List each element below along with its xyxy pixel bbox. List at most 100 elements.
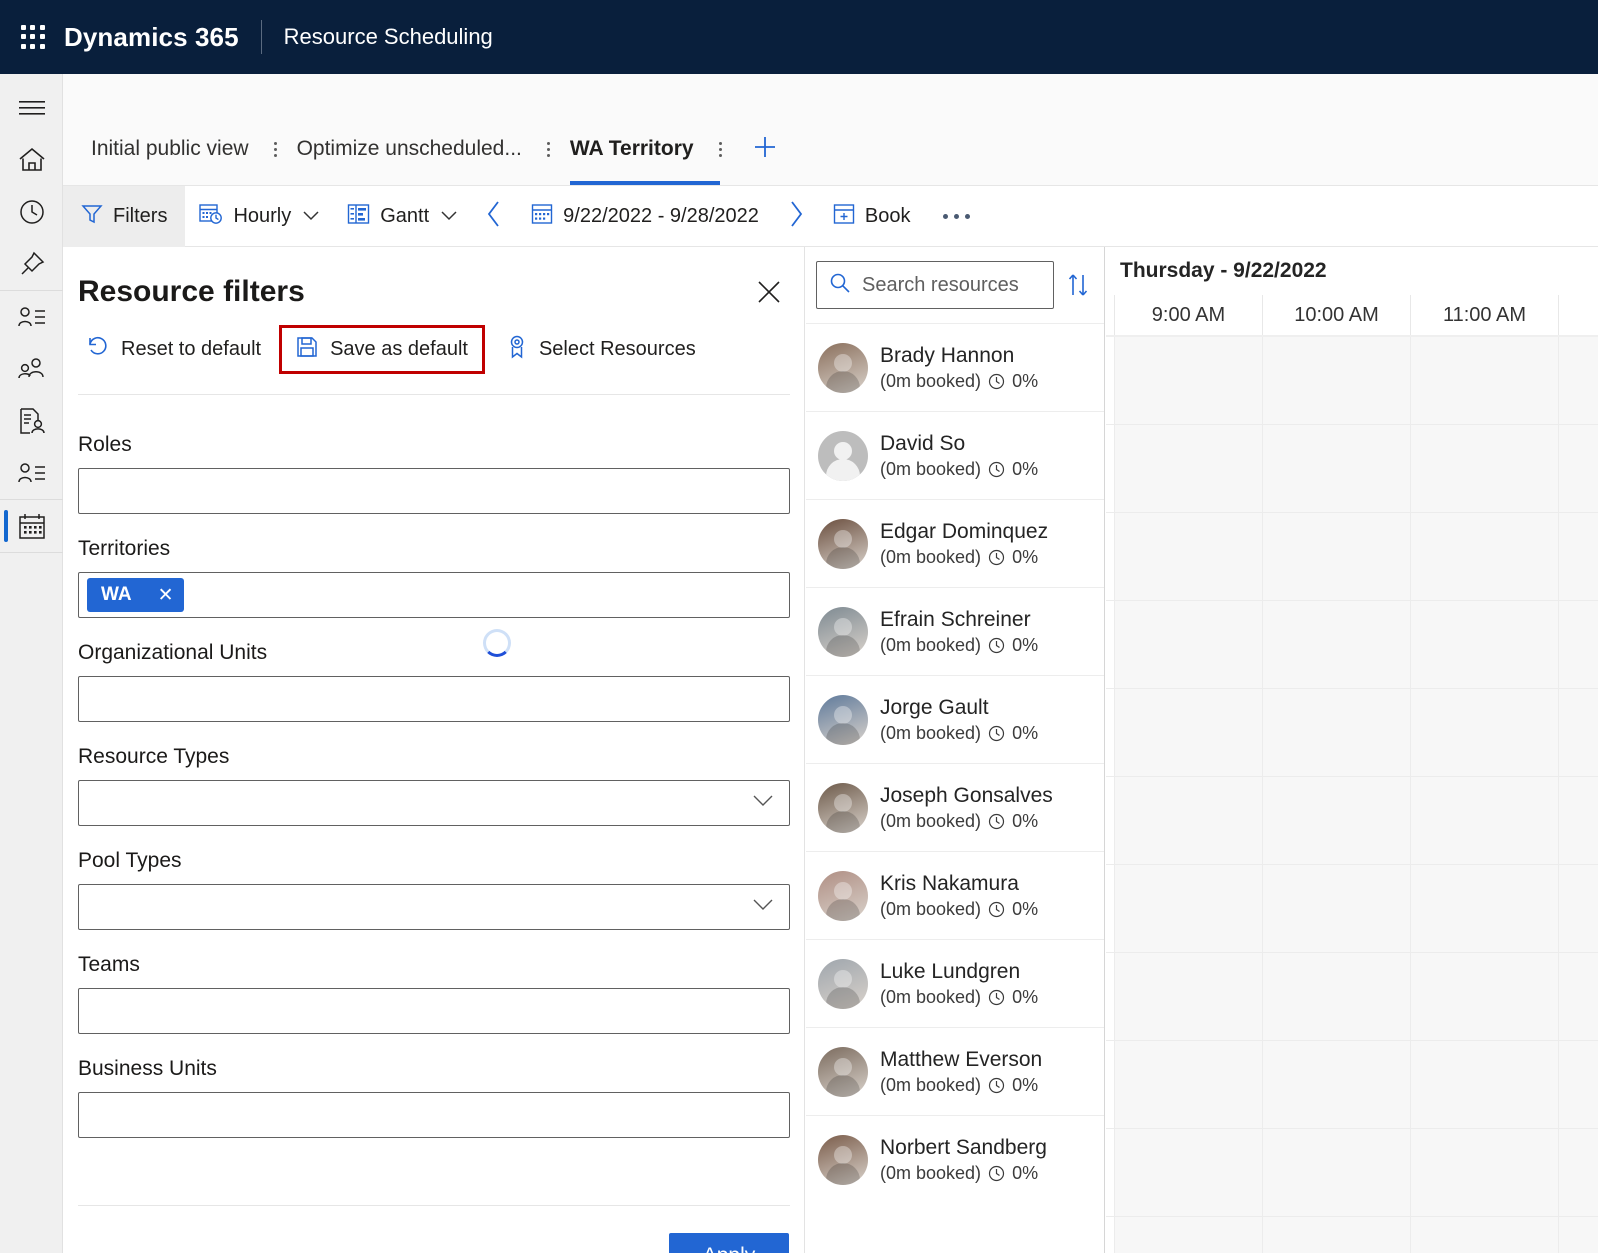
more-commands-button[interactable] xyxy=(925,186,988,247)
schedule-cell[interactable] xyxy=(1558,865,1598,952)
gantt-view-button[interactable]: Gantt xyxy=(333,186,471,247)
schedule-cell[interactable] xyxy=(1262,513,1410,600)
roles-input[interactable] xyxy=(78,468,790,514)
business-units-input[interactable] xyxy=(78,1092,790,1138)
next-period-button[interactable] xyxy=(773,186,819,247)
tab-overflow-icon[interactable] xyxy=(538,142,560,157)
grid-waffle-icon[interactable] xyxy=(18,22,48,52)
sidebar-item-accounts[interactable] xyxy=(0,291,63,343)
schedule-cell[interactable] xyxy=(1558,777,1598,864)
sidebar-item-home[interactable] xyxy=(0,134,63,186)
resource-row[interactable]: Edgar Dominquez(0m booked)0% xyxy=(806,499,1104,587)
schedule-cell[interactable] xyxy=(1558,513,1598,600)
apply-button[interactable]: Apply xyxy=(669,1233,789,1253)
search-resources-input[interactable]: Search resources xyxy=(816,261,1054,309)
date-range-button[interactable]: 9/22/2022 - 9/28/2022 xyxy=(517,186,773,247)
tab-optimize-unscheduled[interactable]: Optimize unscheduled... xyxy=(297,113,570,185)
schedule-cell[interactable] xyxy=(1410,601,1558,688)
resource-row[interactable]: Matthew Everson(0m booked)0% xyxy=(806,1027,1104,1115)
schedule-cell[interactable] xyxy=(1114,689,1262,776)
schedule-cell[interactable] xyxy=(1558,425,1598,512)
clock-icon xyxy=(988,813,1005,830)
schedule-cell[interactable] xyxy=(1114,1041,1262,1128)
schedule-cell[interactable] xyxy=(1262,689,1410,776)
tab-overflow-icon[interactable] xyxy=(710,142,732,157)
schedule-cell[interactable] xyxy=(1114,1129,1262,1216)
sidebar-item-pinned[interactable] xyxy=(0,238,63,290)
schedule-cell[interactable] xyxy=(1558,1129,1598,1216)
schedule-cell[interactable] xyxy=(1558,953,1598,1040)
resource-row[interactable]: Kris Nakamura(0m booked)0% xyxy=(806,851,1104,939)
field-label: Organizational Units xyxy=(78,641,790,665)
save-as-default-button[interactable]: Save as default xyxy=(279,325,485,374)
book-button[interactable]: Book xyxy=(819,186,925,247)
schedule-cell[interactable] xyxy=(1262,601,1410,688)
sidebar-item-resources[interactable] xyxy=(0,447,63,499)
schedule-cell[interactable] xyxy=(1114,425,1262,512)
resource-row[interactable]: Brady Hannon(0m booked)0% xyxy=(806,323,1104,411)
territory-tag-wa[interactable]: WA ✕ xyxy=(87,578,184,612)
schedule-cell[interactable] xyxy=(1410,953,1558,1040)
schedule-cell[interactable] xyxy=(1410,865,1558,952)
tab-wa-territory[interactable]: WA Territory xyxy=(570,113,742,185)
schedule-cell[interactable] xyxy=(1114,1217,1262,1253)
schedule-cell[interactable] xyxy=(1410,1217,1558,1253)
previous-period-button[interactable] xyxy=(471,186,517,247)
schedule-cell[interactable] xyxy=(1114,953,1262,1040)
schedule-cell[interactable] xyxy=(1410,513,1558,600)
filters-button[interactable]: Filters xyxy=(63,186,185,247)
resource-row[interactable]: Joseph Gonsalves(0m booked)0% xyxy=(806,763,1104,851)
avatar xyxy=(818,1047,868,1097)
schedule-cell[interactable] xyxy=(1262,425,1410,512)
schedule-cell[interactable] xyxy=(1114,777,1262,864)
schedule-cell[interactable] xyxy=(1114,513,1262,600)
schedule-cell[interactable] xyxy=(1410,425,1558,512)
schedule-cell[interactable] xyxy=(1262,953,1410,1040)
schedule-cell[interactable] xyxy=(1410,1041,1558,1128)
tab-initial-public-view[interactable]: Initial public view xyxy=(91,113,297,185)
resource-row[interactable]: Norbert Sandberg(0m booked)0% xyxy=(806,1115,1104,1203)
schedule-cell[interactable] xyxy=(1262,1129,1410,1216)
schedule-cell[interactable] xyxy=(1410,337,1558,424)
schedule-cell[interactable] xyxy=(1558,1217,1598,1253)
territories-input[interactable]: WA ✕ xyxy=(78,572,790,618)
select-resources-button[interactable]: Select Resources xyxy=(495,325,708,374)
sidebar-item-schedule-board[interactable] xyxy=(0,500,63,552)
schedule-cell[interactable] xyxy=(1114,337,1262,424)
sidebar-item-contacts[interactable] xyxy=(0,343,63,395)
close-panel-button[interactable] xyxy=(752,277,786,311)
schedule-cell[interactable] xyxy=(1558,689,1598,776)
hourly-view-button[interactable]: Hourly xyxy=(185,186,333,247)
close-icon[interactable]: ✕ xyxy=(158,586,174,605)
schedule-cell[interactable] xyxy=(1262,337,1410,424)
schedule-cell[interactable] xyxy=(1114,601,1262,688)
schedule-cell[interactable] xyxy=(1262,1217,1410,1253)
add-tab-button[interactable] xyxy=(742,113,788,185)
resource-meta: Efrain Schreiner(0m booked)0% xyxy=(880,608,1038,656)
schedule-cell[interactable] xyxy=(1114,865,1262,952)
reset-to-default-button[interactable]: Reset to default xyxy=(75,326,273,373)
schedule-cell[interactable] xyxy=(1262,865,1410,952)
teams-input[interactable] xyxy=(78,988,790,1034)
organizational-units-input[interactable] xyxy=(78,676,790,722)
resource-name: Luke Lundgren xyxy=(880,960,1038,984)
resource-row[interactable]: Luke Lundgren(0m booked)0% xyxy=(806,939,1104,1027)
sort-arrows-icon[interactable] xyxy=(1066,272,1090,298)
schedule-cell[interactable] xyxy=(1262,777,1410,864)
resource-row[interactable]: David So(0m booked)0% xyxy=(806,411,1104,499)
sidebar-item-work-orders[interactable] xyxy=(0,395,63,447)
pool-types-select[interactable] xyxy=(78,884,790,930)
resource-row[interactable]: Efrain Schreiner(0m booked)0% xyxy=(806,587,1104,675)
sidebar-item-menu-hamburger[interactable] xyxy=(0,82,63,134)
schedule-cell[interactable] xyxy=(1410,689,1558,776)
schedule-cell[interactable] xyxy=(1410,1129,1558,1216)
tab-overflow-icon[interactable] xyxy=(265,142,287,157)
schedule-cell[interactable] xyxy=(1558,1041,1598,1128)
schedule-cell[interactable] xyxy=(1558,601,1598,688)
resource-types-select[interactable] xyxy=(78,780,790,826)
schedule-cell[interactable] xyxy=(1262,1041,1410,1128)
schedule-cell[interactable] xyxy=(1558,337,1598,424)
resource-row[interactable]: Jorge Gault(0m booked)0% xyxy=(806,675,1104,763)
sidebar-item-recent[interactable] xyxy=(0,186,63,238)
schedule-cell[interactable] xyxy=(1410,777,1558,864)
